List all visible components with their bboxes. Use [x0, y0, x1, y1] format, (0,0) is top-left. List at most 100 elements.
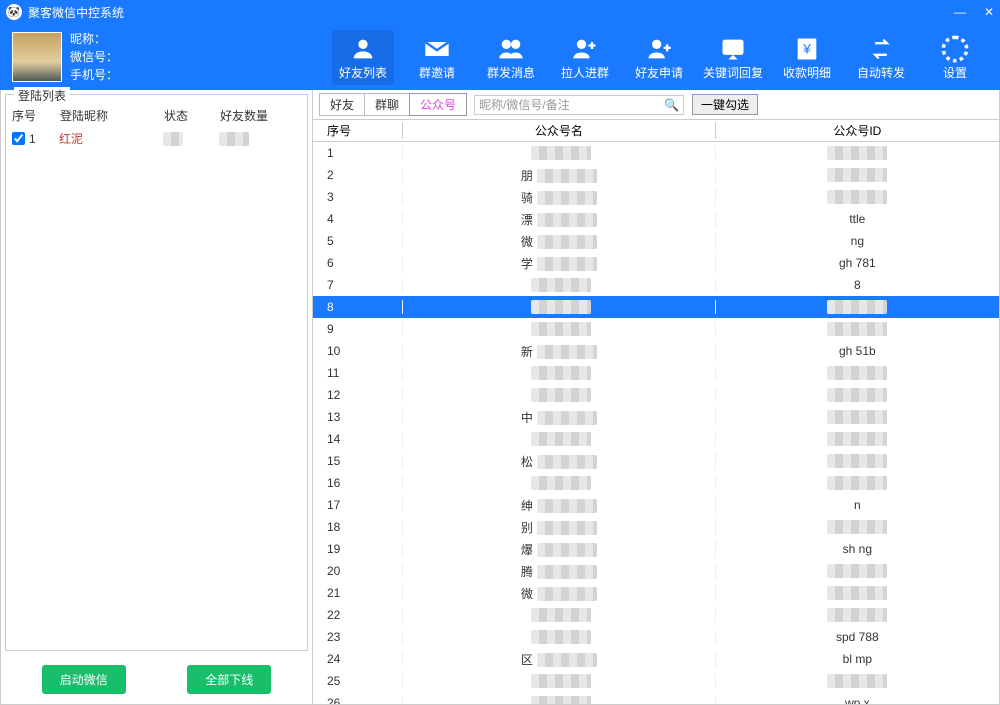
th-id: 公众号ID: [716, 122, 999, 139]
search-icon[interactable]: 🔍: [664, 98, 679, 112]
login-row-checkbox[interactable]: [12, 132, 25, 145]
table-row[interactable]: 20腾: [313, 560, 999, 582]
table-row[interactable]: 14: [313, 428, 999, 450]
nav-label: 拉人进群: [554, 64, 616, 81]
table-row[interactable]: 26wp x: [313, 692, 999, 704]
cell-seq: 11: [313, 366, 403, 380]
col-status: 状态: [164, 107, 220, 124]
table-row[interactable]: 9: [313, 318, 999, 340]
cell-name: 别: [403, 519, 716, 536]
table-row[interactable]: 10新gh 51b: [313, 340, 999, 362]
table-row[interactable]: 78: [313, 274, 999, 296]
table-row[interactable]: 17绅n: [313, 494, 999, 516]
table-row[interactable]: 23spd 788: [313, 626, 999, 648]
tab-gzh[interactable]: 公众号: [409, 93, 467, 116]
cell-id: [716, 564, 999, 579]
table-row[interactable]: 22: [313, 604, 999, 626]
cell-seq: 3: [313, 190, 403, 204]
table-row[interactable]: 18别: [313, 516, 999, 538]
kw-reply-icon: [702, 34, 764, 64]
nav-pull-group[interactable]: 拉人进群: [554, 30, 616, 85]
cell-seq: 19: [313, 542, 403, 556]
login-list-pane: 登陆列表 序号 登陆昵称 状态 好友数量 1 红泥 启动微信 全部下线: [1, 90, 313, 704]
cell-seq: 17: [313, 498, 403, 512]
cell-seq: 20: [313, 564, 403, 578]
cell-seq: 15: [313, 454, 403, 468]
table-body[interactable]: 12朋3骑4漂ttle5微ng6学gh 781788910新gh 51b1112…: [313, 142, 999, 704]
app-icon: 🐼: [6, 4, 22, 20]
cell-id: [716, 586, 999, 601]
login-list-legend: 登陆列表: [14, 87, 70, 104]
nav-settings[interactable]: 设置: [924, 30, 986, 85]
cell-name: 微: [403, 233, 716, 250]
col-seq: 序号: [12, 107, 60, 124]
nav-group-invite[interactable]: 群邀请: [406, 30, 468, 85]
cell-name: [403, 388, 716, 403]
app-title: 聚客微信中控系统: [28, 4, 124, 21]
table-row[interactable]: 21微: [313, 582, 999, 604]
select-all-button[interactable]: 一键勾选: [692, 94, 758, 115]
cell-seq: 21: [313, 586, 403, 600]
cell-name: 区: [403, 651, 716, 668]
mass-msg-icon: [480, 34, 542, 64]
autofwd-icon: [850, 34, 912, 64]
group-invite-icon: [406, 34, 468, 64]
phone-label: 手机号：: [70, 66, 118, 84]
login-row-nick: 红泥: [59, 130, 163, 147]
table-row[interactable]: 1: [313, 142, 999, 164]
nav-label: 好友列表: [332, 64, 394, 81]
table-row[interactable]: 2朋: [313, 164, 999, 186]
table-row[interactable]: 5微ng: [313, 230, 999, 252]
table-row[interactable]: 25: [313, 670, 999, 692]
col-nick: 登陆昵称: [60, 107, 164, 124]
nav-autofwd[interactable]: 自动转发: [850, 30, 912, 85]
table-row[interactable]: 24区bl mp: [313, 648, 999, 670]
table-row[interactable]: 6学gh 781: [313, 252, 999, 274]
cell-name: 松: [403, 453, 716, 470]
table-row[interactable]: 11: [313, 362, 999, 384]
start-wechat-button[interactable]: 启动微信: [42, 665, 126, 694]
cell-name: [403, 366, 716, 381]
pull-group-icon: [554, 34, 616, 64]
table-row[interactable]: 13中: [313, 406, 999, 428]
avatar[interactable]: [12, 32, 62, 82]
search-input[interactable]: 昵称/微信号/备注 🔍: [474, 95, 684, 115]
nav-friend-req[interactable]: 好友申请: [628, 30, 690, 85]
close-button[interactable]: ✕: [984, 5, 994, 19]
nav-mass-msg[interactable]: 群发消息: [480, 30, 542, 85]
nav-label: 好友申请: [628, 64, 690, 81]
cell-id: [716, 454, 999, 469]
cell-id: ttle: [716, 212, 999, 226]
cell-name: 爆: [403, 541, 716, 558]
table-row[interactable]: 8: [313, 296, 999, 318]
cell-seq: 14: [313, 432, 403, 446]
table-row[interactable]: 15松: [313, 450, 999, 472]
tab-friend[interactable]: 好友: [319, 93, 365, 116]
nav-label: 自动转发: [850, 64, 912, 81]
table-row[interactable]: 4漂ttle: [313, 208, 999, 230]
tab-group[interactable]: 群聊: [364, 93, 410, 116]
cell-id: n: [716, 498, 999, 512]
cell-id: [716, 146, 999, 161]
cell-name: [403, 476, 716, 491]
nav-payment[interactable]: ¥收款明细: [776, 30, 838, 85]
nav-friends[interactable]: 好友列表: [332, 30, 394, 85]
cell-id: ng: [716, 234, 999, 248]
table-row[interactable]: 16: [313, 472, 999, 494]
settings-icon: [924, 34, 986, 64]
cell-id: [716, 300, 999, 315]
minimize-button[interactable]: —: [954, 5, 966, 19]
cell-name: [403, 696, 716, 704]
cell-seq: 4: [313, 212, 403, 226]
nav-kw-reply[interactable]: 关键词回复: [702, 30, 764, 85]
table-row[interactable]: 12: [313, 384, 999, 406]
nav-label: 关键词回复: [702, 64, 764, 81]
table-row[interactable]: 3骑: [313, 186, 999, 208]
cell-seq: 5: [313, 234, 403, 248]
friends-icon: [332, 34, 394, 64]
all-offline-button[interactable]: 全部下线: [187, 665, 271, 694]
wx-label: 微信号：: [70, 48, 118, 66]
cell-id: [716, 388, 999, 403]
table-row[interactable]: 19爆sh ng: [313, 538, 999, 560]
login-row[interactable]: 1 红泥: [6, 128, 307, 149]
